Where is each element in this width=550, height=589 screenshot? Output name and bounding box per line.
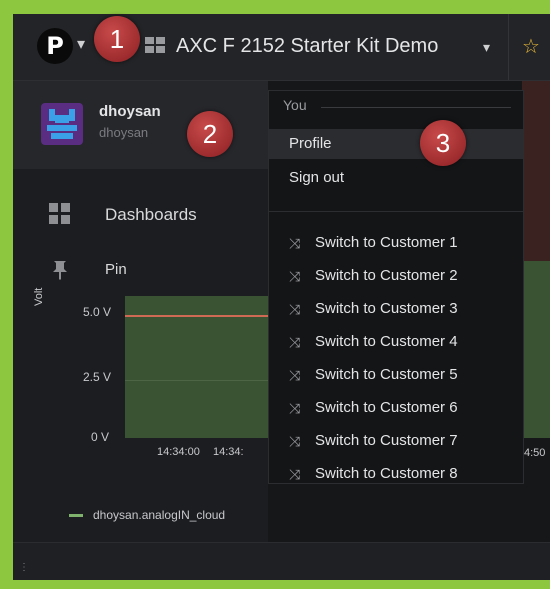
y-tick-label: 0 V: [91, 430, 110, 444]
menu-item-switch-customer-4[interactable]: ⤨ Switch to Customer 4: [269, 326, 523, 358]
shuffle-icon: ⤨: [289, 268, 301, 284]
logo-caret-icon[interactable]: ▾: [77, 34, 91, 54]
menu-item-switch-customer-3[interactable]: ⤨ Switch to Customer 3: [269, 293, 523, 325]
shuffle-icon: ⤨: [289, 400, 301, 416]
menu-item-switch-customer-1[interactable]: ⤨ Switch to Customer 1: [269, 227, 523, 259]
user-dropdown-menu: You Profile Sign out ⤨ Switch to Custome…: [268, 90, 524, 484]
sidebar-item-label: Dashboards: [105, 205, 197, 224]
sidebar-item-dashboards[interactable]: Dashboards: [13, 189, 268, 239]
nav-divider: [508, 14, 509, 80]
menu-item-label: Switch to Customer 8: [315, 465, 458, 482]
sidebar-item-label: Pin: [105, 261, 127, 278]
graph-legend[interactable]: dhoysan.analogIN_cloud: [69, 508, 225, 522]
menu-item-profile[interactable]: Profile: [269, 129, 523, 159]
dashboard-grid-icon: [145, 37, 167, 55]
menu-item-switch-customer-5[interactable]: ⤨ Switch to Customer 5: [269, 359, 523, 391]
callout-badge-2: 2: [187, 111, 233, 157]
grafana-screen: P ▾ AXC F 2152 Starter Kit Demo ▾ ☆ dhoy…: [13, 14, 550, 580]
sidebar-userlogin: dhoysan: [99, 125, 149, 140]
menu-item-switch-customer-6[interactable]: ⤨ Switch to Customer 6: [269, 392, 523, 424]
x-tick-label: 14:34:: [213, 446, 244, 458]
menu-item-label: Switch to Customer 7: [315, 432, 458, 449]
menu-item-sign-out[interactable]: Sign out: [269, 163, 523, 193]
y-tick-label: 2.5 V: [83, 370, 112, 384]
menu-divider: [269, 211, 523, 212]
shuffle-icon: ⤨: [289, 235, 301, 251]
shuffle-icon: ⤨: [289, 466, 301, 482]
shuffle-icon: ⤨: [289, 334, 301, 350]
menu-item-switch-customer-7[interactable]: ⤨ Switch to Customer 7: [269, 425, 523, 457]
shuffle-icon: ⤨: [289, 433, 301, 449]
y-tick-label: 5.0 V: [83, 305, 112, 319]
sidebar-username: dhoysan: [99, 103, 161, 120]
star-icon[interactable]: ☆: [522, 34, 540, 59]
menu-item-label: Switch to Customer 3: [315, 300, 458, 317]
menu-item-label: Sign out: [289, 169, 345, 186]
shuffle-icon: ⤨: [289, 367, 301, 383]
pin-icon: [49, 259, 71, 281]
menu-item-label: Switch to Customer 4: [315, 333, 458, 350]
callout-badge-3: 3: [420, 120, 466, 166]
logo-glyph: P: [46, 32, 64, 60]
menu-item-label: Switch to Customer 1: [315, 234, 458, 251]
menu-item-switch-customer-2[interactable]: ⤨ Switch to Customer 2: [269, 260, 523, 292]
menu-item-label: Switch to Customer 2: [315, 267, 458, 284]
menu-item-label: Switch to Customer 6: [315, 399, 458, 416]
drag-handle-icon[interactable]: ⋮: [19, 562, 30, 573]
bottom-bar: [13, 542, 550, 580]
top-navbar: P ▾ AXC F 2152 Starter Kit Demo ▾ ☆: [13, 14, 550, 81]
menu-item-switch-customer-8[interactable]: ⤨ Switch to Customer 8: [269, 458, 523, 482]
legend-label: dhoysan.analogIN_cloud: [93, 508, 226, 522]
dropdown-header-line: [321, 107, 511, 108]
dropdown-header: You: [283, 97, 307, 113]
x-tick-label: 14:34:00: [157, 446, 200, 458]
dashboard-title[interactable]: AXC F 2152 Starter Kit Demo: [176, 35, 438, 58]
shuffle-icon: ⤨: [289, 301, 301, 317]
app-logo-button[interactable]: P: [37, 28, 73, 64]
menu-item-label: Profile: [289, 135, 332, 152]
title-caret-icon[interactable]: ▾: [483, 39, 490, 56]
right-panel-strip: [522, 81, 550, 261]
avatar: [41, 103, 83, 145]
menu-item-label: Switch to Customer 5: [315, 366, 458, 383]
callout-badge-1: 1: [94, 16, 140, 62]
legend-swatch: [69, 514, 83, 518]
x-tick-label: 4:50: [524, 447, 546, 459]
right-panel-plot: [522, 261, 550, 431]
dashboards-grid-icon: [49, 203, 71, 225]
y-axis-label: Volt: [33, 287, 45, 306]
